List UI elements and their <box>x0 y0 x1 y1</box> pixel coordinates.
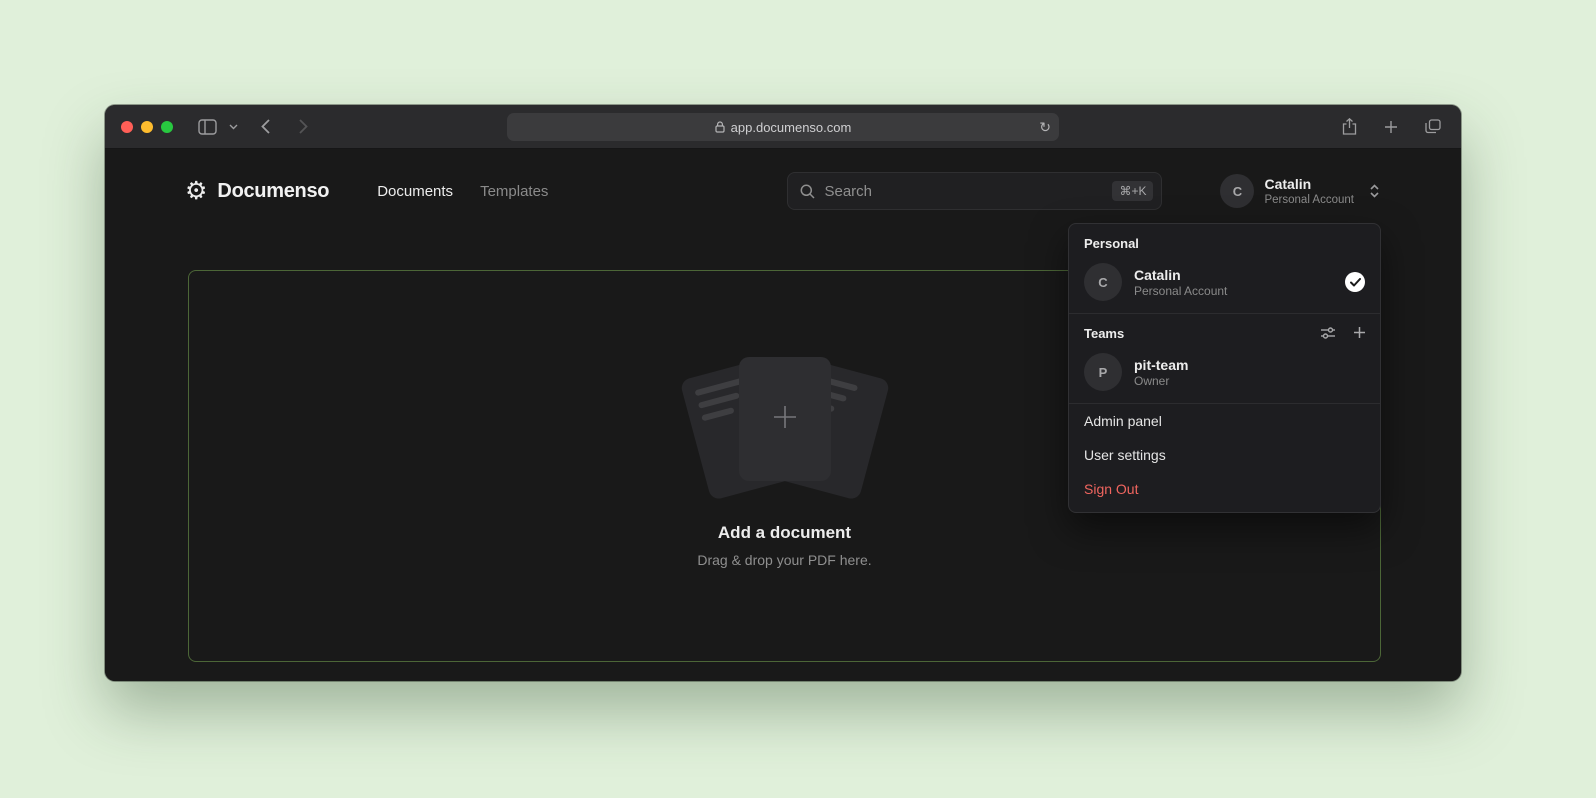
account-type: Personal Account <box>1134 284 1227 299</box>
back-button[interactable] <box>253 115 277 139</box>
documenso-logo-icon: ⚙ <box>185 179 207 204</box>
nav-templates[interactable]: Templates <box>480 183 548 200</box>
sidebar-chevron-down-icon[interactable] <box>227 115 239 139</box>
search-icon <box>800 184 815 199</box>
lock-icon <box>715 121 725 133</box>
team-item[interactable]: P pit-team Owner <box>1069 347 1380 403</box>
avatar: P <box>1084 353 1122 391</box>
account-name: Catalin <box>1264 176 1354 193</box>
add-document-card <box>739 357 831 481</box>
personal-section-heading: Personal <box>1069 224 1380 257</box>
team-role: Owner <box>1134 374 1188 389</box>
dropzone-title: Add a document <box>189 523 1380 543</box>
account-dropdown-menu: Personal C Catalin Personal Account Team… <box>1068 223 1381 513</box>
team-name: pit-team <box>1134 356 1188 374</box>
nav-documents[interactable]: Documents <box>377 183 453 200</box>
teams-section-heading: Teams <box>1069 314 1320 347</box>
account-menu-trigger[interactable]: C Catalin Personal Account <box>1220 174 1381 208</box>
search-input[interactable] <box>824 183 1112 200</box>
browser-titlebar: app.documenso.com ↻ <box>105 105 1461 149</box>
account-type: Personal Account <box>1264 193 1354 207</box>
chevron-up-down-icon <box>1368 183 1381 199</box>
personal-account-item[interactable]: C Catalin Personal Account <box>1069 257 1380 313</box>
plus-icon <box>770 402 800 437</box>
menu-item-user-settings[interactable]: User settings <box>1069 438 1380 472</box>
avatar: C <box>1220 174 1254 208</box>
close-window-button[interactable] <box>121 121 133 133</box>
menu-item-admin-panel[interactable]: Admin panel <box>1069 404 1380 438</box>
minimize-window-button[interactable] <box>141 121 153 133</box>
search-bar[interactable]: ⌘+K <box>787 172 1162 210</box>
menu-item-sign-out[interactable]: Sign Out <box>1069 472 1380 506</box>
account-name: Catalin <box>1134 266 1227 284</box>
reload-icon[interactable]: ↻ <box>1039 120 1051 134</box>
sidebar-toggle-icon[interactable] <box>195 115 219 139</box>
forward-button[interactable] <box>291 115 315 139</box>
address-bar[interactable]: app.documenso.com ↻ <box>507 113 1059 141</box>
add-team-icon[interactable] <box>1353 326 1366 340</box>
app-header: ⚙ Documenso Documents Templates ⌘+K <box>105 169 1461 213</box>
url-text: app.documenso.com <box>731 120 852 135</box>
new-tab-icon[interactable] <box>1379 115 1403 139</box>
zoom-window-button[interactable] <box>161 121 173 133</box>
selected-check-icon <box>1345 272 1365 292</box>
main-nav: Documents Templates <box>377 183 548 200</box>
share-icon[interactable] <box>1337 115 1361 139</box>
browser-window: app.documenso.com ↻ <box>105 105 1461 681</box>
dropzone-subtitle: Drag & drop your PDF here. <box>189 552 1380 568</box>
brand[interactable]: ⚙ Documenso <box>185 179 329 204</box>
tab-overview-icon[interactable] <box>1421 115 1445 139</box>
documenso-app: ⚙ Documenso Documents Templates ⌘+K <box>105 149 1461 681</box>
avatar: C <box>1084 263 1122 301</box>
brand-name: Documenso <box>217 180 329 203</box>
search-shortcut-badge: ⌘+K <box>1112 181 1153 201</box>
traffic-lights <box>121 121 173 133</box>
document-stack-illustration <box>670 353 900 505</box>
manage-teams-icon[interactable] <box>1320 326 1336 340</box>
